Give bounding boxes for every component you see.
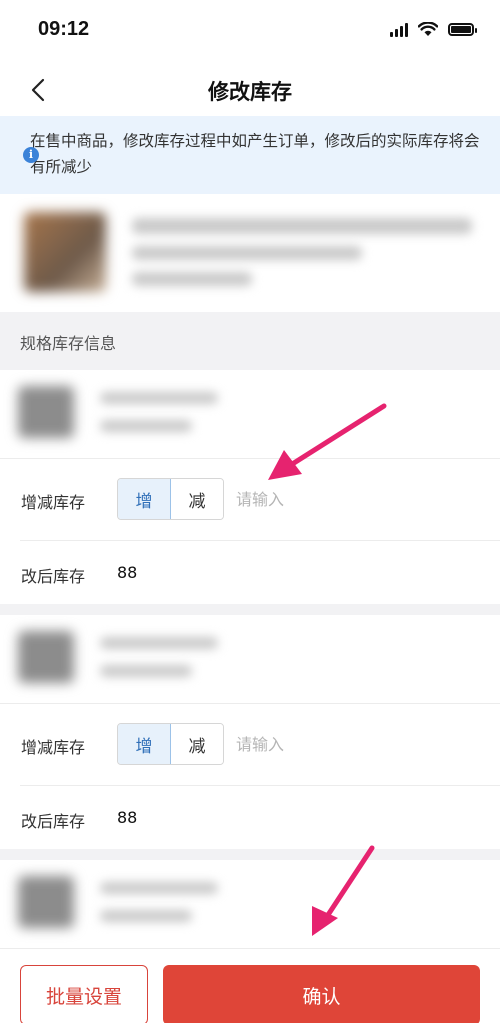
after-stock-label: 改后库存 [21, 567, 86, 586]
product-image [24, 212, 106, 292]
product-subtitle-blurred [132, 246, 362, 260]
status-time: 09:12 [38, 18, 90, 40]
bottom-action-bar: 批量设置 确认 [0, 948, 500, 1023]
sku-code-blurred [100, 910, 192, 922]
batch-set-button[interactable]: 批量设置 [20, 965, 148, 1023]
notice-text: 在售中商品，修改库存过程中如产生订单，修改后的实际库存将会有所减少 [30, 132, 480, 176]
status-icons [390, 22, 477, 37]
sku-name-blurred [100, 637, 218, 649]
nav-bar: 修改库存 [0, 64, 500, 116]
increase-button[interactable]: 增 [118, 479, 171, 519]
wifi-icon [418, 22, 438, 36]
sku-card [0, 860, 500, 948]
section-title: 规格库存信息 [0, 312, 500, 370]
divider [20, 785, 500, 786]
adjust-stock-label: 增减库存 [21, 738, 86, 757]
sku-code-blurred [100, 665, 192, 677]
sku-image [18, 386, 74, 438]
sku-image [18, 876, 74, 928]
page-title: 修改库存 [208, 80, 292, 104]
sku-card: 增减库存 增 减 改后库存 88 [0, 370, 500, 604]
divider [0, 458, 500, 459]
status-bar: 09:12 [0, 0, 500, 64]
sku-name-blurred [100, 392, 218, 404]
after-stock-value: 88 [117, 808, 138, 827]
adjust-quantity-input[interactable] [236, 479, 356, 519]
signal-icon [390, 22, 408, 37]
battery-icon [448, 23, 477, 36]
adjust-mode-toggle: 增 减 [117, 723, 224, 765]
confirm-button[interactable]: 确认 [163, 965, 480, 1023]
sku-info [0, 860, 500, 948]
decrease-button[interactable]: 减 [171, 479, 223, 519]
increase-button[interactable]: 增 [118, 724, 171, 764]
product-price-blurred [132, 272, 252, 286]
info-icon: i [23, 147, 39, 163]
product-summary [0, 194, 500, 312]
sku-name-blurred [100, 882, 218, 894]
adjust-stock-label: 增减库存 [21, 493, 86, 512]
adjust-quantity-input[interactable] [236, 724, 356, 764]
divider [20, 540, 500, 541]
sku-code-blurred [100, 420, 192, 432]
sku-info [0, 615, 500, 703]
notice-banner: i 在售中商品，修改库存过程中如产生订单，修改后的实际库存将会有所减少 [0, 116, 500, 194]
after-stock-label: 改后库存 [21, 812, 86, 831]
sku-info [0, 370, 500, 458]
sku-image [18, 631, 74, 683]
sku-card: 增减库存 增 减 改后库存 88 [0, 615, 500, 849]
product-title-blurred [132, 218, 472, 234]
divider [0, 703, 500, 704]
decrease-button[interactable]: 减 [171, 724, 223, 764]
after-stock-value: 88 [117, 563, 138, 582]
adjust-mode-toggle: 增 减 [117, 478, 224, 520]
